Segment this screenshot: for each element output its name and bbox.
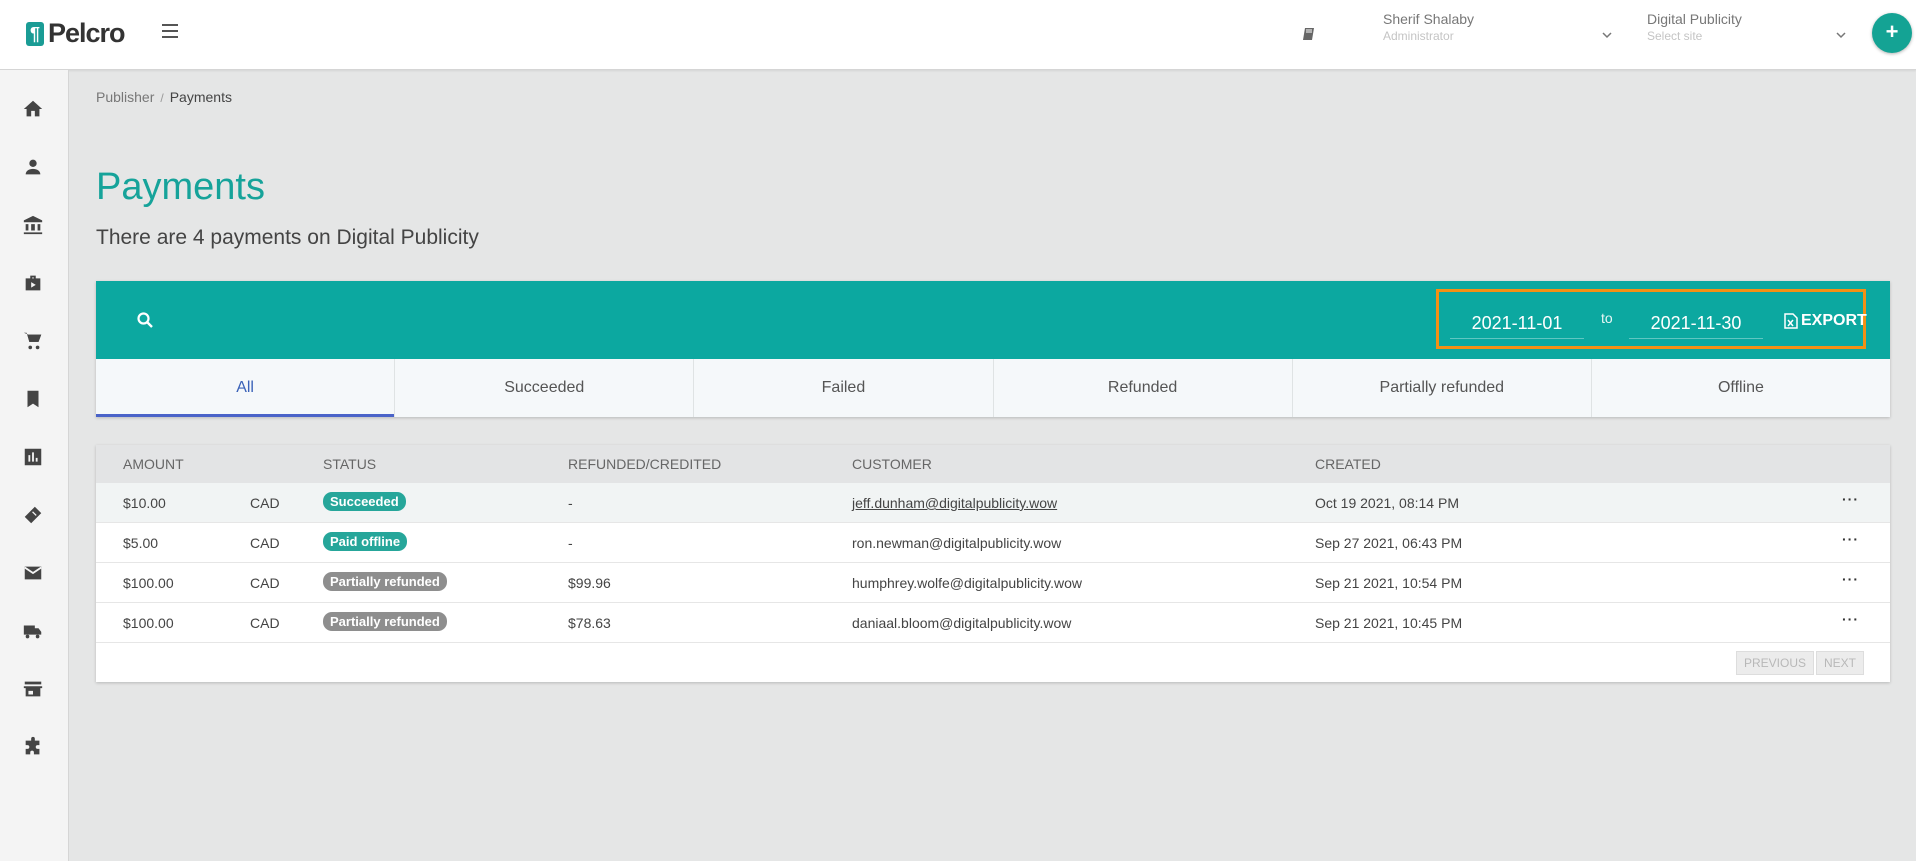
- table-row[interactable]: $100.00 CAD Partially refunded $99.96 hu…: [96, 563, 1890, 603]
- column-status[interactable]: STATUS: [323, 456, 376, 472]
- customer-link[interactable]: humphrey.wolfe@digitalpublicity.wow: [852, 575, 1082, 591]
- briefcase-icon[interactable]: [22, 272, 44, 294]
- refunded-cell: -: [568, 535, 573, 551]
- export-button[interactable]: EXPORT: [1784, 312, 1867, 330]
- created-cell: Sep 27 2021, 06:43 PM: [1315, 535, 1463, 551]
- amount-cell: $10.00: [123, 495, 166, 511]
- created-cell: Sep 21 2021, 10:45 PM: [1315, 615, 1463, 631]
- next-button[interactable]: NEXT: [1816, 651, 1865, 675]
- tab-refunded[interactable]: Refunded: [993, 359, 1293, 417]
- date-to-input[interactable]: [1629, 308, 1763, 339]
- search-icon[interactable]: [136, 311, 154, 329]
- user-selector[interactable]: Sherif Shalaby Administrator: [1383, 11, 1613, 47]
- currency-cell: CAD: [250, 575, 280, 591]
- date-to-label: to: [1601, 310, 1613, 326]
- breadcrumb-current: Payments: [169, 89, 232, 105]
- filter-card: to EXPORT All Succeeded Failed Refunded …: [96, 281, 1891, 417]
- column-customer[interactable]: CUSTOMER: [852, 456, 932, 472]
- tab-succeeded[interactable]: Succeeded: [395, 359, 695, 417]
- truck-icon[interactable]: [22, 620, 44, 642]
- chevron-down-icon: [1836, 32, 1846, 39]
- tab-failed[interactable]: Failed: [694, 359, 994, 417]
- currency-cell: CAD: [250, 495, 280, 511]
- top-bar: ¶ Pelcro Sherif Shalaby Administrator Di…: [0, 0, 1916, 70]
- breadcrumb: Publisher / Payments: [96, 89, 232, 105]
- table-row[interactable]: $10.00 CAD Succeeded - jeff.dunham@digit…: [96, 483, 1890, 523]
- column-created[interactable]: CREATED: [1315, 456, 1381, 472]
- chevron-down-icon: [1602, 32, 1612, 39]
- status-badge: Succeeded: [323, 492, 406, 511]
- currency-cell: CAD: [250, 615, 280, 631]
- logo-mark: ¶: [26, 21, 44, 46]
- file-excel-icon: [1784, 313, 1798, 329]
- status-badge: Partially refunded: [323, 572, 447, 591]
- sidebar: [0, 70, 69, 861]
- cart-icon[interactable]: [22, 330, 44, 352]
- tab-offline[interactable]: Offline: [1591, 359, 1891, 417]
- table-header: AMOUNT STATUS REFUNDED/CREDITED CUSTOMER…: [96, 445, 1890, 483]
- refunded-cell: -: [568, 495, 573, 511]
- mail-icon[interactable]: [22, 562, 44, 584]
- column-refunded[interactable]: REFUNDED/CREDITED: [568, 456, 721, 472]
- menu-icon[interactable]: [162, 24, 178, 40]
- user-role: Administrator: [1383, 29, 1454, 43]
- user-name: Sherif Shalaby: [1383, 11, 1475, 27]
- logo-text: Pelcro: [48, 18, 126, 48]
- amount-cell: $100.00: [123, 615, 174, 631]
- tab-all[interactable]: All: [96, 359, 396, 417]
- created-cell: Sep 21 2021, 10:54 PM: [1315, 575, 1463, 591]
- more-actions-icon[interactable]: ···: [1842, 531, 1859, 547]
- breadcrumb-publisher[interactable]: Publisher: [96, 89, 154, 105]
- puzzle-icon[interactable]: [22, 736, 44, 758]
- pelcro-logo[interactable]: ¶ Pelcro: [26, 18, 126, 49]
- add-button[interactable]: +: [1872, 13, 1912, 53]
- column-amount[interactable]: AMOUNT: [123, 456, 184, 472]
- date-from-input[interactable]: [1450, 308, 1584, 339]
- status-tabs: All Succeeded Failed Refunded Partially …: [96, 359, 1891, 417]
- date-range-box: to EXPORT: [1436, 289, 1867, 349]
- created-cell: Oct 19 2021, 08:14 PM: [1315, 495, 1459, 511]
- more-actions-icon[interactable]: ···: [1842, 491, 1859, 507]
- previous-button[interactable]: PREVIOUS: [1736, 651, 1815, 675]
- store-icon[interactable]: [22, 678, 44, 700]
- book-icon[interactable]: [1302, 26, 1318, 42]
- customer-link[interactable]: jeff.dunham@digitalpublicity.wow: [852, 495, 1057, 511]
- site-placeholder: Select site: [1647, 29, 1703, 43]
- page-title: Payments: [96, 166, 265, 208]
- breadcrumb-separator: /: [160, 91, 164, 105]
- amount-cell: $5.00: [123, 535, 159, 551]
- page-subtitle: There are 4 payments on Digital Publicit…: [96, 226, 479, 249]
- amount-cell: $100.00: [123, 575, 174, 591]
- table-row[interactable]: $5.00 CAD Paid offline - ron.newman@digi…: [96, 523, 1890, 563]
- currency-cell: CAD: [250, 535, 280, 551]
- site-selector[interactable]: Digital Publicity Select site: [1647, 11, 1847, 47]
- person-icon[interactable]: [22, 156, 44, 178]
- refunded-cell: $99.96: [568, 575, 611, 591]
- bank-icon[interactable]: [22, 214, 44, 236]
- more-actions-icon[interactable]: ···: [1842, 611, 1859, 627]
- customer-link[interactable]: daniaal.bloom@digitalpublicity.wow: [852, 615, 1071, 631]
- refunded-cell: $78.63: [568, 615, 611, 631]
- payments-table: AMOUNT STATUS REFUNDED/CREDITED CUSTOMER…: [96, 445, 1890, 682]
- site-name: Digital Publicity: [1647, 11, 1742, 27]
- ticket-icon[interactable]: [22, 504, 44, 526]
- export-label: EXPORT: [1801, 312, 1867, 329]
- more-actions-icon[interactable]: ···: [1842, 571, 1859, 587]
- bar-chart-icon[interactable]: [22, 446, 44, 468]
- customer-link[interactable]: ron.newman@digitalpublicity.wow: [852, 535, 1061, 551]
- filter-toolbar: to EXPORT: [96, 281, 1890, 359]
- bookmark-icon[interactable]: [22, 388, 44, 410]
- home-icon[interactable]: [22, 98, 44, 120]
- status-badge: Partially refunded: [323, 612, 447, 631]
- tab-partially-refunded[interactable]: Partially refunded: [1292, 359, 1592, 417]
- status-badge: Paid offline: [323, 532, 408, 551]
- table-row[interactable]: $100.00 CAD Partially refunded $78.63 da…: [96, 603, 1890, 643]
